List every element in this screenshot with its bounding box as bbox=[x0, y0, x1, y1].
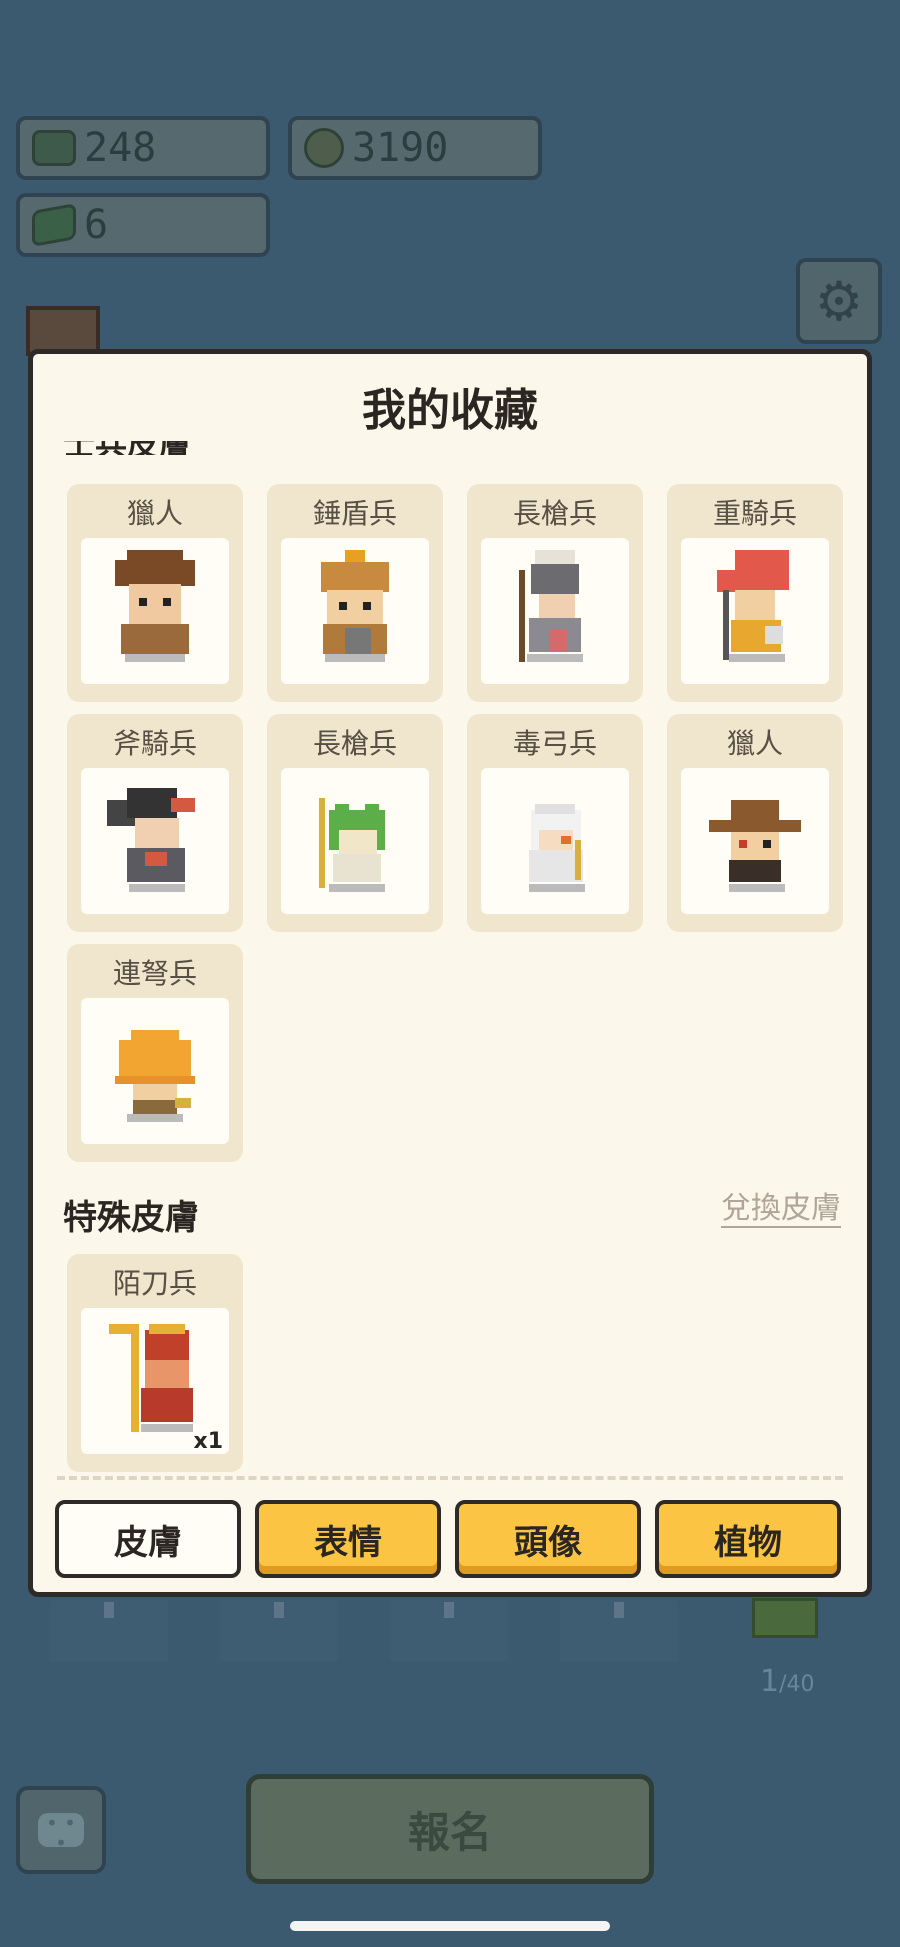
food-counter: 248 bbox=[16, 116, 270, 180]
coin-icon bbox=[304, 128, 344, 168]
skin-card[interactable]: 重騎兵 bbox=[667, 484, 843, 702]
skin-portrait bbox=[681, 538, 829, 684]
skin-portrait bbox=[281, 538, 429, 684]
count-current: 1 bbox=[760, 1664, 780, 1699]
ticket-value: 6 bbox=[84, 202, 109, 248]
skin-portrait bbox=[81, 538, 229, 684]
skin-portrait bbox=[481, 538, 629, 684]
plant-slot bbox=[752, 1598, 818, 1638]
divider bbox=[57, 1476, 843, 1480]
collection-modal: 我的收藏 士兵皮膚 獵人 錘盾兵 bbox=[28, 349, 872, 1597]
skin-portrait bbox=[681, 768, 829, 914]
tab-emotes[interactable]: 表情 bbox=[255, 1500, 441, 1578]
ticket-counter: 6 bbox=[16, 193, 270, 257]
ticket-icon bbox=[32, 203, 76, 247]
tab-plants[interactable]: 植物 bbox=[655, 1500, 841, 1578]
skin-card[interactable]: 連弩兵 bbox=[67, 944, 243, 1162]
redeem-skin-link[interactable]: 兌換皮膚 bbox=[721, 1192, 841, 1228]
skin-name: 斧騎兵 bbox=[112, 727, 197, 760]
axe-cavalry-sprite-icon bbox=[107, 788, 195, 892]
gear-icon: ⚙ bbox=[814, 269, 864, 333]
coin-value: 3190 bbox=[352, 125, 449, 171]
skin-card[interactable]: 斧騎兵 bbox=[67, 714, 243, 932]
hunter-hat-sprite-icon bbox=[709, 800, 801, 892]
roster-count: 1/40 bbox=[760, 1664, 815, 1699]
special-skins-title: 特殊皮膚 bbox=[63, 1198, 199, 1238]
modao-sprite-icon bbox=[109, 1324, 193, 1432]
skin-name: 長槍兵 bbox=[312, 727, 397, 760]
special-skin-card[interactable]: 陌刀兵 x1 bbox=[67, 1254, 243, 1472]
skin-name: 毒弓兵 bbox=[512, 727, 597, 760]
tab-skins[interactable]: 皮膚 bbox=[55, 1500, 241, 1578]
skin-name: 連弩兵 bbox=[112, 957, 197, 990]
skin-portrait bbox=[81, 998, 229, 1144]
empty-slot bbox=[390, 1600, 508, 1662]
skin-portrait bbox=[281, 768, 429, 914]
hunter-sprite-icon bbox=[115, 550, 195, 662]
coin-counter: 3190 bbox=[288, 116, 542, 180]
skin-name: 重騎兵 bbox=[712, 497, 797, 530]
chat-button[interactable]: • • • bbox=[16, 1786, 106, 1874]
soldier-skins-section-title: 士兵皮膚 bbox=[63, 441, 193, 455]
skin-card[interactable]: 錘盾兵 bbox=[267, 484, 443, 702]
skin-name: 錘盾兵 bbox=[312, 497, 397, 530]
crossbow-sprite-icon bbox=[115, 1030, 195, 1122]
frog-spearman-sprite-icon bbox=[319, 798, 385, 892]
heavy-cavalry-sprite-icon bbox=[717, 550, 789, 662]
food-value: 248 bbox=[84, 125, 157, 171]
spearman-sprite-icon bbox=[519, 550, 583, 662]
skin-portrait: x1 bbox=[81, 1308, 229, 1454]
empty-slot bbox=[560, 1600, 678, 1662]
signup-button[interactable]: 報名 bbox=[246, 1774, 654, 1884]
skin-name: 陌刀兵 bbox=[112, 1267, 197, 1300]
skin-name: 獵人 bbox=[126, 497, 183, 530]
tab-avatars[interactable]: 頭像 bbox=[455, 1500, 641, 1578]
hammer-shield-sprite-icon bbox=[321, 550, 389, 662]
chat-icon: • • • bbox=[38, 1813, 84, 1853]
empty-slot bbox=[220, 1600, 338, 1662]
skin-portrait bbox=[81, 768, 229, 914]
skin-card[interactable]: 毒弓兵 bbox=[467, 714, 643, 932]
empty-slot bbox=[50, 1600, 168, 1662]
skin-card[interactable]: 獵人 bbox=[667, 714, 843, 932]
home-indicator[interactable] bbox=[290, 1921, 610, 1931]
skin-card[interactable]: 長槍兵 bbox=[467, 484, 643, 702]
skin-card[interactable]: 長槍兵 bbox=[267, 714, 443, 932]
skin-portrait bbox=[481, 768, 629, 914]
skin-card[interactable]: 獵人 bbox=[67, 484, 243, 702]
skin-name: 長槍兵 bbox=[512, 497, 597, 530]
modal-title: 我的收藏 bbox=[362, 385, 538, 436]
settings-button[interactable]: ⚙ bbox=[796, 258, 882, 344]
soldier-skins-title-text: 士兵皮膚 bbox=[63, 441, 193, 455]
poison-archer-sprite-icon bbox=[529, 804, 585, 892]
skin-name: 獵人 bbox=[726, 727, 783, 760]
skin-quantity: x1 bbox=[193, 1429, 224, 1454]
count-total: /40 bbox=[779, 1672, 815, 1697]
food-icon bbox=[32, 130, 76, 166]
